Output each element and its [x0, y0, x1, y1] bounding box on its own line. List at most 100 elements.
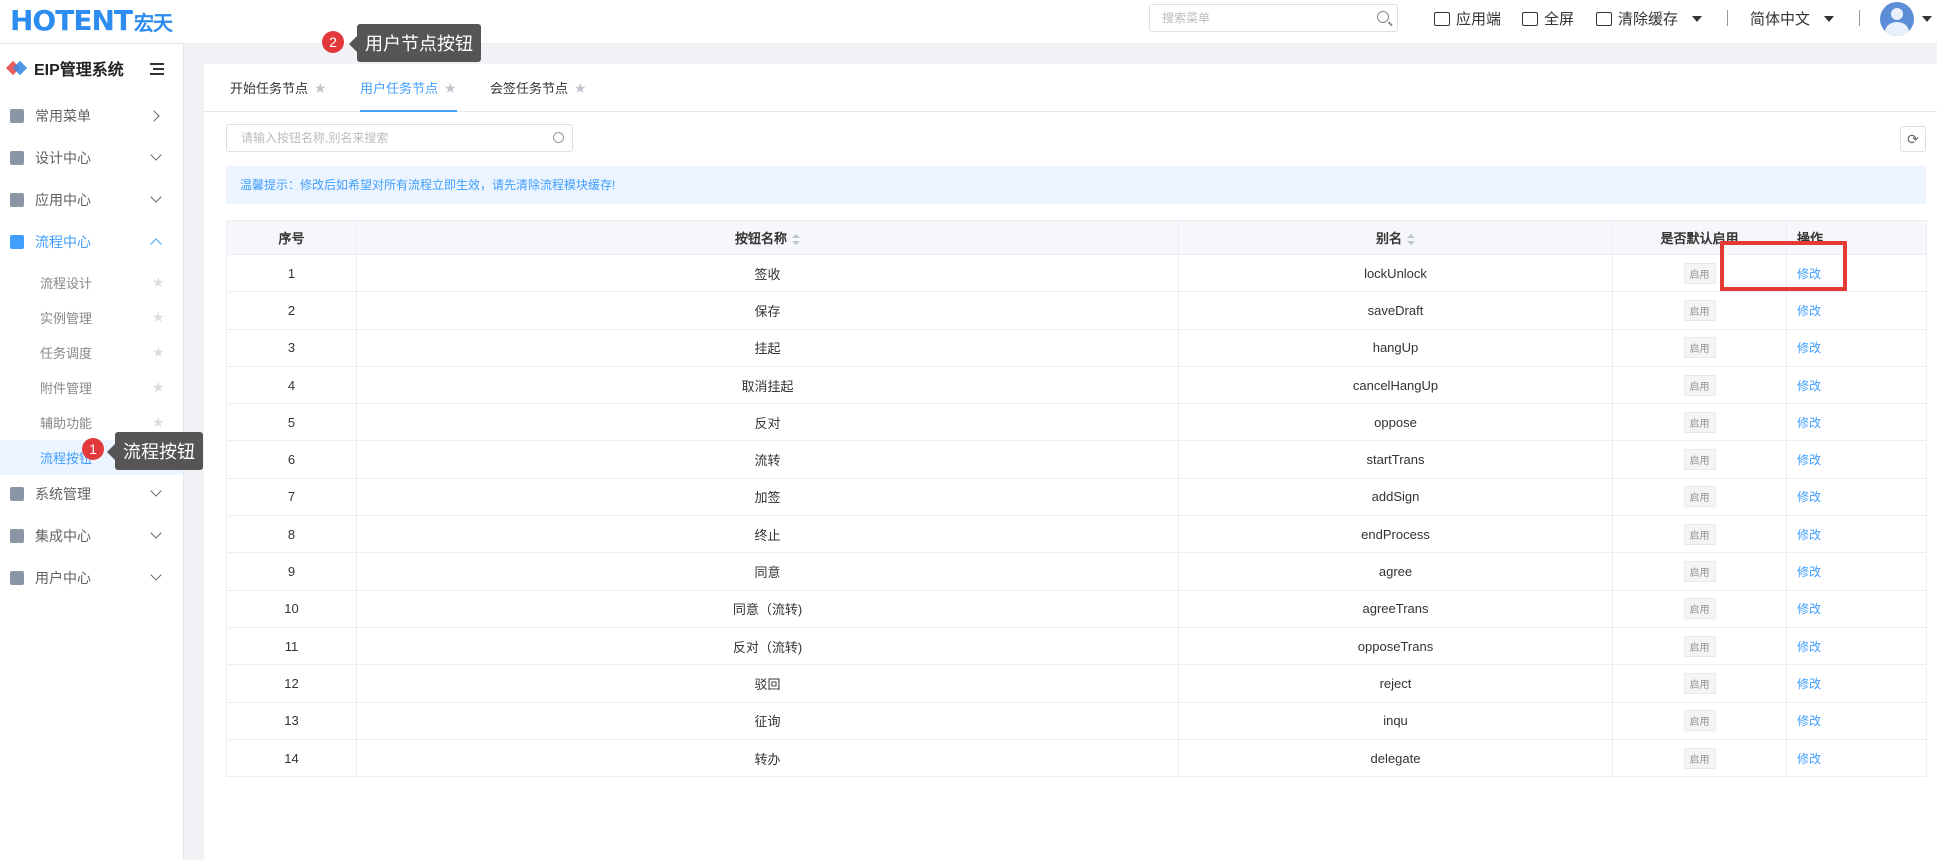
enabled-tag: 启用	[1683, 561, 1716, 583]
table-row: 12 驳回 reject 启用 修改	[226, 664, 1927, 703]
enabled-tag: 启用	[1683, 672, 1716, 694]
cell-name: 取消挂起	[356, 366, 1179, 405]
cell-operation: 修改	[1786, 478, 1927, 517]
table-row: 5 反对 oppose 启用 修改	[226, 403, 1927, 442]
menu-common[interactable]: 常用菜单	[0, 95, 183, 137]
menu-flow[interactable]: 流程中心	[0, 221, 183, 263]
cell-operation: 修改	[1786, 552, 1927, 591]
col-alias[interactable]: 别名	[1178, 220, 1613, 255]
table-header-row: 序号 按钮名称 别名 是否默认启用 操作	[226, 220, 1927, 255]
cell-name: 同意	[356, 552, 1179, 591]
table-row: 1 签收 lockUnlock 启用 修改	[226, 254, 1927, 293]
edit-link[interactable]: 修改	[1797, 602, 1821, 616]
alert-tip: 温馨提示：修改后如希望对所有流程立即生效，请先清除流程模块缓存!	[226, 166, 1926, 204]
cell-default: 启用	[1612, 590, 1787, 628]
edit-link[interactable]: 修改	[1797, 304, 1821, 318]
apps-icon	[10, 193, 24, 207]
edit-link[interactable]: 修改	[1797, 528, 1821, 542]
chevron-down-icon	[150, 569, 162, 581]
chevron-down-icon	[1692, 15, 1703, 22]
cell-operation: 修改	[1786, 739, 1927, 778]
edit-link[interactable]: 修改	[1797, 752, 1821, 766]
star-icon[interactable]: ★	[444, 80, 457, 96]
star-icon[interactable]: ★	[314, 80, 327, 96]
flow-icon	[10, 235, 24, 249]
tab-countersign-node[interactable]: 会签任务节点 ★	[490, 64, 587, 112]
cell-name: 保存	[356, 291, 1179, 330]
star-icon[interactable]: ★	[574, 80, 587, 96]
chevron-down-icon[interactable]	[1922, 16, 1932, 22]
design-icon	[10, 151, 24, 165]
edit-link[interactable]: 修改	[1797, 714, 1821, 728]
menu-system[interactable]: 系统管理	[0, 473, 183, 515]
menu-apps[interactable]: 应用中心	[0, 179, 183, 221]
enabled-tag: 启用	[1683, 598, 1716, 620]
cell-default: 启用	[1612, 702, 1787, 740]
star-icon[interactable]: ★	[152, 414, 165, 431]
cell-alias: agree	[1178, 552, 1613, 591]
menu-search-input[interactable]: 搜索菜单	[1149, 4, 1398, 32]
cell-operation: 修改	[1786, 627, 1927, 666]
star-icon[interactable]: ★	[152, 274, 165, 291]
cell-no: 4	[226, 366, 357, 405]
menu-user[interactable]: 用户中心	[0, 557, 183, 599]
cell-no: 3	[226, 329, 357, 367]
edit-link[interactable]: 修改	[1797, 453, 1821, 467]
edit-link[interactable]: 修改	[1797, 677, 1821, 691]
cell-no: 14	[226, 739, 357, 778]
edit-link[interactable]: 修改	[1797, 416, 1821, 430]
cell-no: 11	[226, 627, 357, 666]
star-icon[interactable]: ★	[152, 344, 165, 361]
divider	[1727, 10, 1728, 26]
cell-no: 10	[226, 590, 357, 628]
cell-default: 启用	[1612, 440, 1787, 479]
cell-alias: endProcess	[1178, 515, 1613, 554]
table-row: 4 取消挂起 cancelHangUp 启用 修改	[226, 366, 1927, 405]
fullscreen-button[interactable]: 全屏	[1522, 8, 1574, 29]
chevron-down-icon	[150, 527, 162, 539]
language-select[interactable]: 简体中文	[1750, 8, 1835, 29]
avatar[interactable]	[1880, 2, 1914, 36]
cell-name: 加签	[356, 478, 1179, 517]
edit-link[interactable]: 修改	[1797, 565, 1821, 579]
search-icon	[553, 132, 564, 143]
cell-name: 签收	[356, 254, 1179, 293]
refresh-button[interactable]: ⟳	[1900, 126, 1926, 152]
sort-icon[interactable]	[1407, 233, 1415, 246]
sidebar-item-instances[interactable]: 实例管理 ★	[0, 300, 183, 335]
edit-link[interactable]: 修改	[1797, 640, 1821, 654]
system-title: EIP管理系统	[8, 56, 124, 80]
col-name[interactable]: 按钮名称	[356, 220, 1179, 255]
cell-alias: delegate	[1178, 739, 1613, 778]
sidebar-item-attachments[interactable]: 附件管理 ★	[0, 370, 183, 405]
cell-default: 启用	[1612, 515, 1787, 554]
edit-link[interactable]: 修改	[1797, 379, 1821, 393]
clear-cache-button[interactable]: 清除缓存	[1596, 8, 1703, 29]
sidebar-item-flow-design[interactable]: 流程设计 ★	[0, 265, 183, 300]
cell-default: 启用	[1612, 403, 1787, 442]
edit-link[interactable]: 修改	[1797, 490, 1821, 504]
monitor-icon	[1434, 11, 1450, 26]
sort-icon[interactable]	[792, 233, 800, 246]
chevron-down-icon	[1824, 15, 1835, 22]
top-header: HOTENT 宏天 搜索菜单 应用端 全屏 清除缓存 简体中文	[0, 0, 1937, 44]
button-search-input[interactable]: 请输入按钮名称,别名来搜索	[226, 124, 573, 152]
tab-user-node[interactable]: 用户任务节点 ★	[360, 64, 457, 112]
star-icon[interactable]: ★	[152, 379, 165, 396]
enabled-tag: 启用	[1683, 747, 1716, 769]
sidebar-item-scheduling[interactable]: 任务调度 ★	[0, 335, 183, 370]
menu-design[interactable]: 设计中心	[0, 137, 183, 179]
star-icon[interactable]: ★	[152, 309, 165, 326]
highlight-box	[1720, 241, 1847, 291]
menu-integration[interactable]: 集成中心	[0, 515, 183, 557]
cell-alias: cancelHangUp	[1178, 366, 1613, 405]
gear-icon	[10, 487, 24, 501]
cell-alias: saveDraft	[1178, 291, 1613, 330]
edit-link[interactable]: 修改	[1797, 341, 1821, 355]
enabled-tag: 启用	[1683, 523, 1716, 545]
app-end-button[interactable]: 应用端	[1434, 8, 1501, 29]
collapse-menu-icon[interactable]	[150, 63, 164, 75]
tab-start-node[interactable]: 开始任务节点 ★	[230, 64, 327, 112]
cell-no: 1	[226, 254, 357, 293]
cell-name: 转办	[356, 739, 1179, 778]
